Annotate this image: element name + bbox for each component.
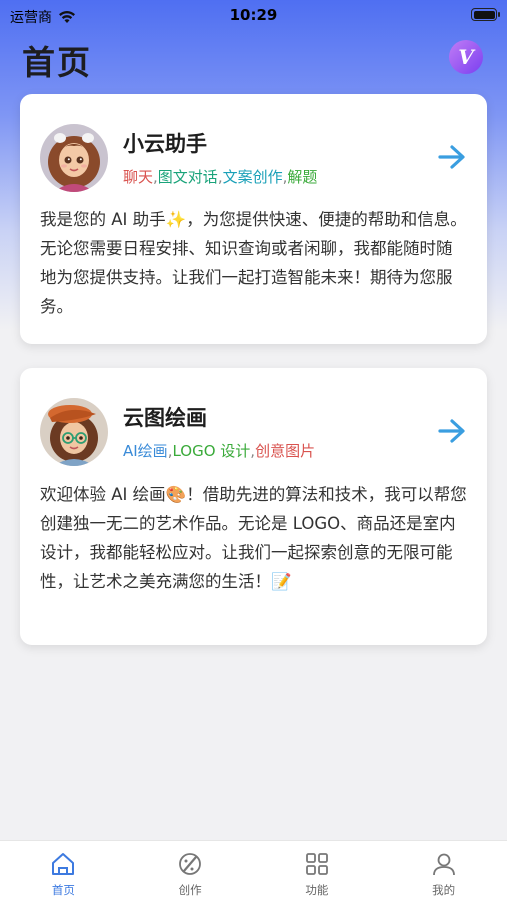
grid-icon bbox=[305, 853, 328, 875]
assistant-card[interactable]: 小云助手 聊天,图文对话,文案创作,解题 我是您的 AI 助手✨，为您提供快速、… bbox=[20, 94, 487, 344]
page-title: 首页 bbox=[22, 43, 92, 82]
card-title: 云图绘画 bbox=[123, 406, 207, 430]
drawing-card[interactable]: 云图绘画 AI绘画,LOGO 设计,创意图片 欢迎体验 AI 绘画🎨！借助先进的… bbox=[20, 368, 487, 645]
tag-item: 创意图片 bbox=[255, 442, 316, 460]
tab-label: 我的 bbox=[432, 883, 456, 897]
tag-list: AI绘画,LOGO 设计,创意图片 bbox=[123, 440, 315, 461]
tag-item: 图文对话 bbox=[157, 168, 218, 186]
tab-label: 功能 bbox=[305, 883, 329, 897]
drawing-avatar bbox=[40, 398, 108, 466]
tag-item: 解题 bbox=[287, 168, 318, 186]
tab-label: 创作 bbox=[178, 883, 202, 897]
tab-bar: 首页 创作 功能 我的 bbox=[0, 840, 507, 900]
tag-item: 文案创作 bbox=[222, 168, 283, 186]
card-description: 我是您的 AI 助手✨，为您提供快速、便捷的帮助和信息。无论您需要日程安排、知识… bbox=[40, 210, 467, 316]
assistant-avatar bbox=[40, 124, 108, 192]
home-icon bbox=[52, 853, 75, 875]
tag-item: LOGO 设计 bbox=[172, 442, 251, 460]
brush-icon bbox=[179, 853, 202, 875]
tab-mine[interactable]: 我的 bbox=[380, 841, 507, 900]
tag-list: 聊天,图文对话,文案创作,解题 bbox=[123, 166, 317, 187]
tab-features[interactable]: 功能 bbox=[254, 841, 381, 900]
status-time: 10:29 bbox=[229, 6, 278, 24]
tag-item: 聊天 bbox=[123, 168, 154, 186]
tab-create[interactable]: 创作 bbox=[127, 841, 254, 900]
battery-icon bbox=[471, 8, 500, 21]
tab-label: 首页 bbox=[51, 883, 75, 897]
tag-item: AI绘画 bbox=[123, 442, 168, 460]
card-description: 欢迎体验 AI 绘画🎨！借助先进的算法和技术，我可以帮您创建独一无二的艺术作品。… bbox=[40, 485, 467, 591]
arrow-right-icon[interactable] bbox=[437, 144, 467, 170]
arrow-right-icon[interactable] bbox=[437, 418, 467, 444]
vip-badge-icon[interactable]: V bbox=[449, 40, 483, 74]
card-title: 小云助手 bbox=[123, 132, 207, 156]
tab-home[interactable]: 首页 bbox=[0, 841, 127, 900]
user-icon bbox=[432, 853, 455, 876]
status-bar: 运营商 10:29 bbox=[0, 0, 507, 30]
